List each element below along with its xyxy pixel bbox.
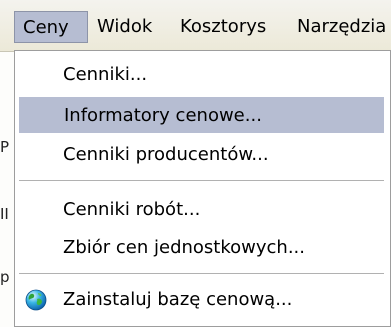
menu-separator xyxy=(19,180,384,181)
menu-widok-label: Widok xyxy=(97,16,153,37)
menu-separator xyxy=(19,273,384,274)
background-text-fragment: P xyxy=(0,138,10,156)
ceny-dropdown-menu: Cenniki... Informatory cenowe... Cenniki… xyxy=(14,50,391,327)
menu-narzedzia-label: Narzędzia xyxy=(297,16,387,37)
menu-item-label: Informatory cenowe... xyxy=(64,105,262,126)
menu-ceny-label: Ceny xyxy=(23,17,69,38)
menu-item-informatory-cenowe[interactable]: Informatory cenowe... xyxy=(19,97,384,133)
globe-icon xyxy=(25,289,47,311)
menu-item-label: Zainstaluj bazę cenową... xyxy=(63,289,293,310)
menu-item-cenniki[interactable]: Cenniki... xyxy=(19,57,384,93)
menu-item-label: Cenniki... xyxy=(63,64,148,85)
menu-narzedzia[interactable]: Narzędzia xyxy=(289,11,391,43)
background-text-fragment: p xyxy=(0,268,10,286)
menu-item-label: Cenniki producentów... xyxy=(63,144,269,165)
menu-bar: Ceny Widok Kosztorys Narzędzia xyxy=(0,0,391,52)
menu-kosztorys-label: Kosztorys xyxy=(180,16,267,37)
background-text-fragment: II xyxy=(0,205,9,223)
menu-item-zbior-cen-jednostkowych[interactable]: Zbiór cen jednostkowych... xyxy=(19,230,384,266)
menu-item-cenniki-producentow[interactable]: Cenniki producentów... xyxy=(19,137,384,173)
menu-item-zainstaluj-baze-cenowa[interactable]: Zainstaluj bazę cenową... xyxy=(19,282,384,318)
menu-ceny[interactable]: Ceny xyxy=(14,11,88,43)
menu-item-label: Zbiór cen jednostkowych... xyxy=(63,237,305,258)
menu-item-cenniki-robot[interactable]: Cenniki robót... xyxy=(19,192,384,228)
menu-widok[interactable]: Widok xyxy=(89,11,160,43)
menu-item-label: Cenniki robót... xyxy=(63,199,201,220)
menu-kosztorys[interactable]: Kosztorys xyxy=(172,11,274,43)
